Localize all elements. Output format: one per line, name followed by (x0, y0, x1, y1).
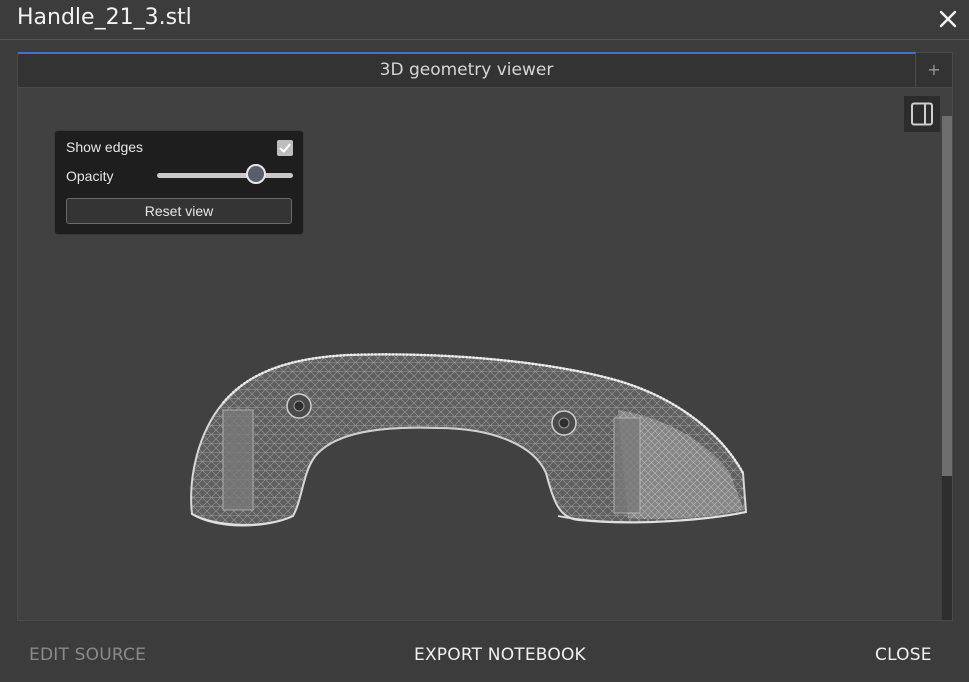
show-edges-checkbox[interactable] (277, 140, 293, 156)
sidebar-panel-icon (911, 102, 933, 126)
viewer-scrollbar-thumb[interactable] (942, 116, 952, 476)
export-notebook-button[interactable]: EXPORT NOTEBOOK (414, 645, 586, 665)
opacity-slider-thumb[interactable] (246, 164, 267, 184)
dialog-title: Handle_21_3.stl (17, 5, 192, 30)
opacity-slider[interactable] (157, 164, 293, 188)
tab-strip: 3D geometry viewer + (17, 52, 953, 88)
dialog-footer: EDIT SOURCE EXPORT NOTEBOOK CLOSE (0, 622, 969, 682)
stl-preview-dialog: Handle_21_3.stl 3D geometry viewer + Sho… (0, 0, 969, 682)
geometry-viewer-canvas[interactable]: Show edges Opacity Reset view (17, 88, 953, 621)
edit-source-button[interactable]: EDIT SOURCE (29, 645, 146, 665)
title-bar: Handle_21_3.stl (0, 0, 969, 40)
viewer-scrollbar[interactable] (942, 116, 952, 620)
checkmark-icon (279, 143, 291, 153)
opacity-label: Opacity (66, 168, 114, 184)
show-edges-label: Show edges (66, 139, 144, 155)
reset-view-button[interactable]: Reset view (66, 198, 292, 224)
close-button[interactable]: CLOSE (875, 645, 932, 665)
tab-3d-geometry-viewer[interactable]: 3D geometry viewer (18, 52, 916, 88)
close-icon[interactable] (938, 9, 958, 29)
viewer-controls-panel: Show edges Opacity Reset view (54, 130, 304, 235)
panel-toggle-button[interactable] (904, 96, 940, 132)
add-tab-button[interactable]: + (916, 53, 952, 87)
opacity-slider-track (157, 173, 293, 178)
